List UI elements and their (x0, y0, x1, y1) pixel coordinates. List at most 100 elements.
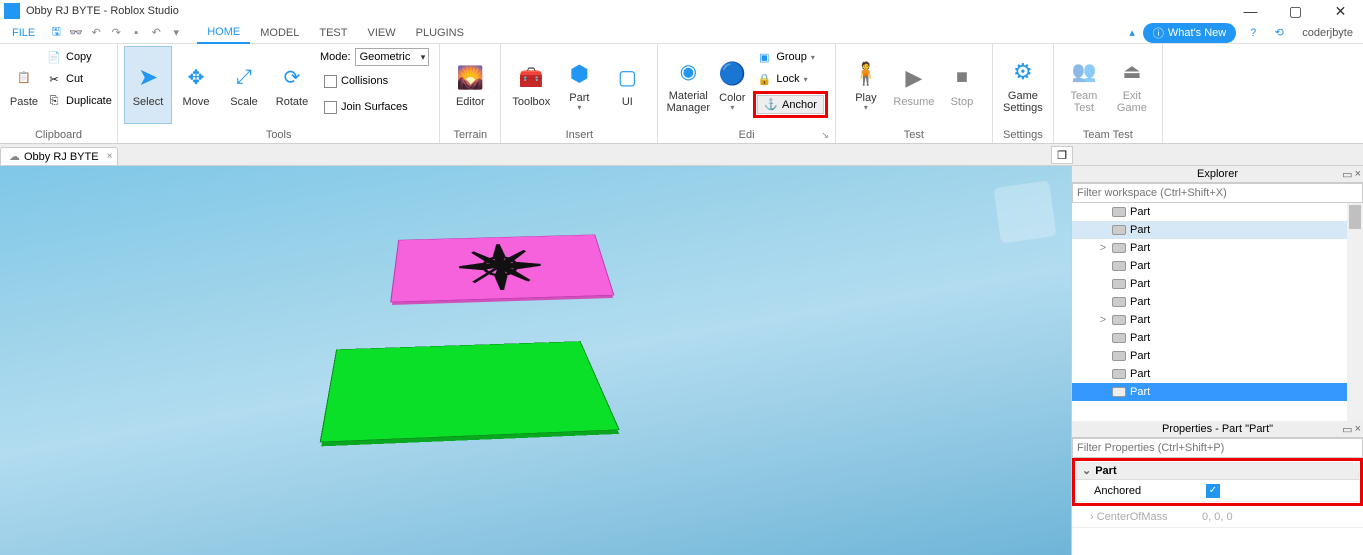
center-label: CenterOfMass (1097, 511, 1168, 523)
color-button[interactable]: 🔵Color▾ (712, 46, 752, 124)
stop-button[interactable]: ■Stop (938, 46, 986, 124)
join-surfaces-checkbox[interactable]: Join Surfaces (320, 96, 429, 118)
viewport-3d[interactable] (0, 166, 1071, 555)
undo2-icon[interactable]: ↶ (147, 24, 165, 42)
help-icon[interactable]: ? (1244, 24, 1262, 42)
minimize-button[interactable]: — (1228, 0, 1273, 22)
resume-button[interactable]: ▶Resume (890, 46, 938, 124)
material-icon: ◉ (672, 56, 704, 88)
tree-row[interactable]: Part (1072, 365, 1363, 383)
close-panel-icon[interactable]: × (1355, 168, 1361, 181)
tree-row[interactable]: Part (1072, 293, 1363, 311)
duplicate-button[interactable]: ⎘Duplicate (42, 90, 116, 112)
close-button[interactable]: ✕ (1318, 0, 1363, 22)
maximize-button[interactable]: ▢ (1273, 0, 1318, 22)
centerofmass-property[interactable]: › CenterOfMass 0, 0, 0 (1072, 506, 1363, 528)
properties-filter-input[interactable] (1072, 438, 1363, 458)
restore-panel-icon[interactable]: ❐ (1051, 146, 1073, 164)
lock-button[interactable]: 🔒Lock▾ (752, 68, 829, 90)
whats-new-label: What's New (1168, 27, 1226, 39)
redo-icon[interactable]: ↷ (107, 24, 125, 42)
expander-icon[interactable]: > (1098, 242, 1108, 254)
group-arrow-icon[interactable]: ↘ (821, 130, 829, 141)
tab-view[interactable]: VIEW (357, 22, 405, 44)
green-part[interactable] (320, 341, 620, 442)
move-label: Move (183, 96, 210, 108)
tree-row[interactable]: >Part (1072, 239, 1363, 257)
move-button[interactable]: ✥Move (172, 46, 220, 124)
qat-drop-icon[interactable]: ▾ (167, 24, 185, 42)
tab-home[interactable]: HOME (197, 22, 250, 44)
view-cube[interactable] (993, 180, 1056, 243)
undock-icon[interactable]: ▭ (1342, 168, 1352, 181)
game-settings-button[interactable]: ⚙GameSettings (999, 46, 1047, 124)
explorer-tree[interactable]: PartPart>PartPartPartPart>PartPartPartPa… (1072, 203, 1363, 421)
scale-button[interactable]: ⤢Scale (220, 46, 268, 124)
paste-button[interactable]: 📋 Paste (6, 46, 42, 124)
cut-icon: ✂ (46, 71, 62, 87)
team-test-button[interactable]: 👥TeamTest (1060, 46, 1108, 124)
tree-row[interactable]: Part (1072, 275, 1363, 293)
mode-select[interactable]: Geometric (355, 48, 430, 66)
undock-icon[interactable]: ▭ (1342, 423, 1352, 436)
expander-icon[interactable]: > (1098, 314, 1108, 326)
ui-button[interactable]: ▢UI (603, 46, 651, 124)
chevron-down-icon: ▾ (811, 53, 815, 62)
scrollbar-thumb[interactable] (1349, 205, 1361, 229)
select-button[interactable]: ➤Select (124, 46, 172, 124)
gear-icon: ⚙ (1007, 56, 1039, 88)
tree-row[interactable]: >Part (1072, 311, 1363, 329)
document-tab[interactable]: ☁ Obby RJ BYTE × (0, 147, 118, 165)
play-button[interactable]: 🧍Play▾ (842, 46, 890, 124)
tree-item-label: Part (1130, 296, 1150, 308)
tree-row[interactable]: Part (1072, 203, 1363, 221)
undo-icon[interactable]: ↶ (87, 24, 105, 42)
tab-test[interactable]: TEST (309, 22, 357, 44)
tree-row[interactable]: Part (1072, 347, 1363, 365)
resume-label: Resume (893, 96, 934, 108)
clipboard-group-label: Clipboard (6, 127, 111, 143)
part-icon (1112, 207, 1126, 217)
tree-row[interactable]: Part (1072, 383, 1363, 401)
toolbox-button[interactable]: 🧰Toolbox (507, 46, 555, 124)
cut-button[interactable]: ✂Cut (42, 68, 116, 90)
tree-row[interactable]: Part (1072, 221, 1363, 239)
whats-new-button[interactable]: ⓘ What's New (1143, 23, 1236, 43)
exit-game-button[interactable]: ⏏ExitGame (1108, 46, 1156, 124)
tab-plugins[interactable]: PLUGINS (406, 22, 474, 44)
checkbox-icon (324, 101, 337, 114)
anchored-checkbox[interactable]: ✓ (1206, 484, 1220, 498)
group-button[interactable]: ▣Group▾ (752, 46, 829, 68)
save-icon[interactable]: 🖫 (47, 24, 65, 42)
scrollbar[interactable] (1347, 203, 1363, 421)
close-tab-icon[interactable]: × (107, 151, 113, 162)
editor-button[interactable]: 🌄Editor (446, 46, 494, 124)
collapse-ribbon-icon[interactable]: ▴ (1129, 26, 1135, 39)
rotate-button[interactable]: ⟳Rotate (268, 46, 316, 124)
file-menu[interactable]: FILE (4, 27, 43, 39)
close-panel-icon[interactable]: × (1355, 423, 1361, 436)
properties-highlight: ⌄Part Anchored ✓ (1072, 458, 1363, 506)
property-section[interactable]: ⌄Part (1076, 462, 1359, 480)
collisions-checkbox[interactable]: Collisions (320, 70, 429, 92)
material-button[interactable]: ◉MaterialManager (664, 46, 712, 124)
part-button[interactable]: ⬢Part▾ (555, 46, 603, 124)
part-icon (1112, 387, 1126, 397)
tree-item-label: Part (1130, 386, 1150, 398)
pink-part[interactable] (390, 234, 614, 302)
ui-icon: ▢ (611, 62, 643, 94)
part-icon (1112, 261, 1126, 271)
tab-model[interactable]: MODEL (250, 22, 309, 44)
qat-icon[interactable]: ▪ (127, 24, 145, 42)
binoculars-icon[interactable]: 👓 (67, 24, 85, 42)
anchor-icon: ⚓ (764, 98, 778, 111)
username-label[interactable]: coderjbyte (1296, 27, 1359, 39)
copy-button[interactable]: 📄Copy (42, 46, 116, 68)
tree-row[interactable]: Part (1072, 329, 1363, 347)
anchored-property[interactable]: Anchored ✓ (1076, 480, 1359, 502)
tree-row[interactable]: Part (1072, 257, 1363, 275)
anchor-button[interactable]: ⚓Anchor (757, 95, 824, 114)
share-icon[interactable]: ⟲ (1270, 24, 1288, 42)
explorer-filter-input[interactable] (1072, 183, 1363, 203)
duplicate-icon: ⎘ (46, 93, 62, 109)
